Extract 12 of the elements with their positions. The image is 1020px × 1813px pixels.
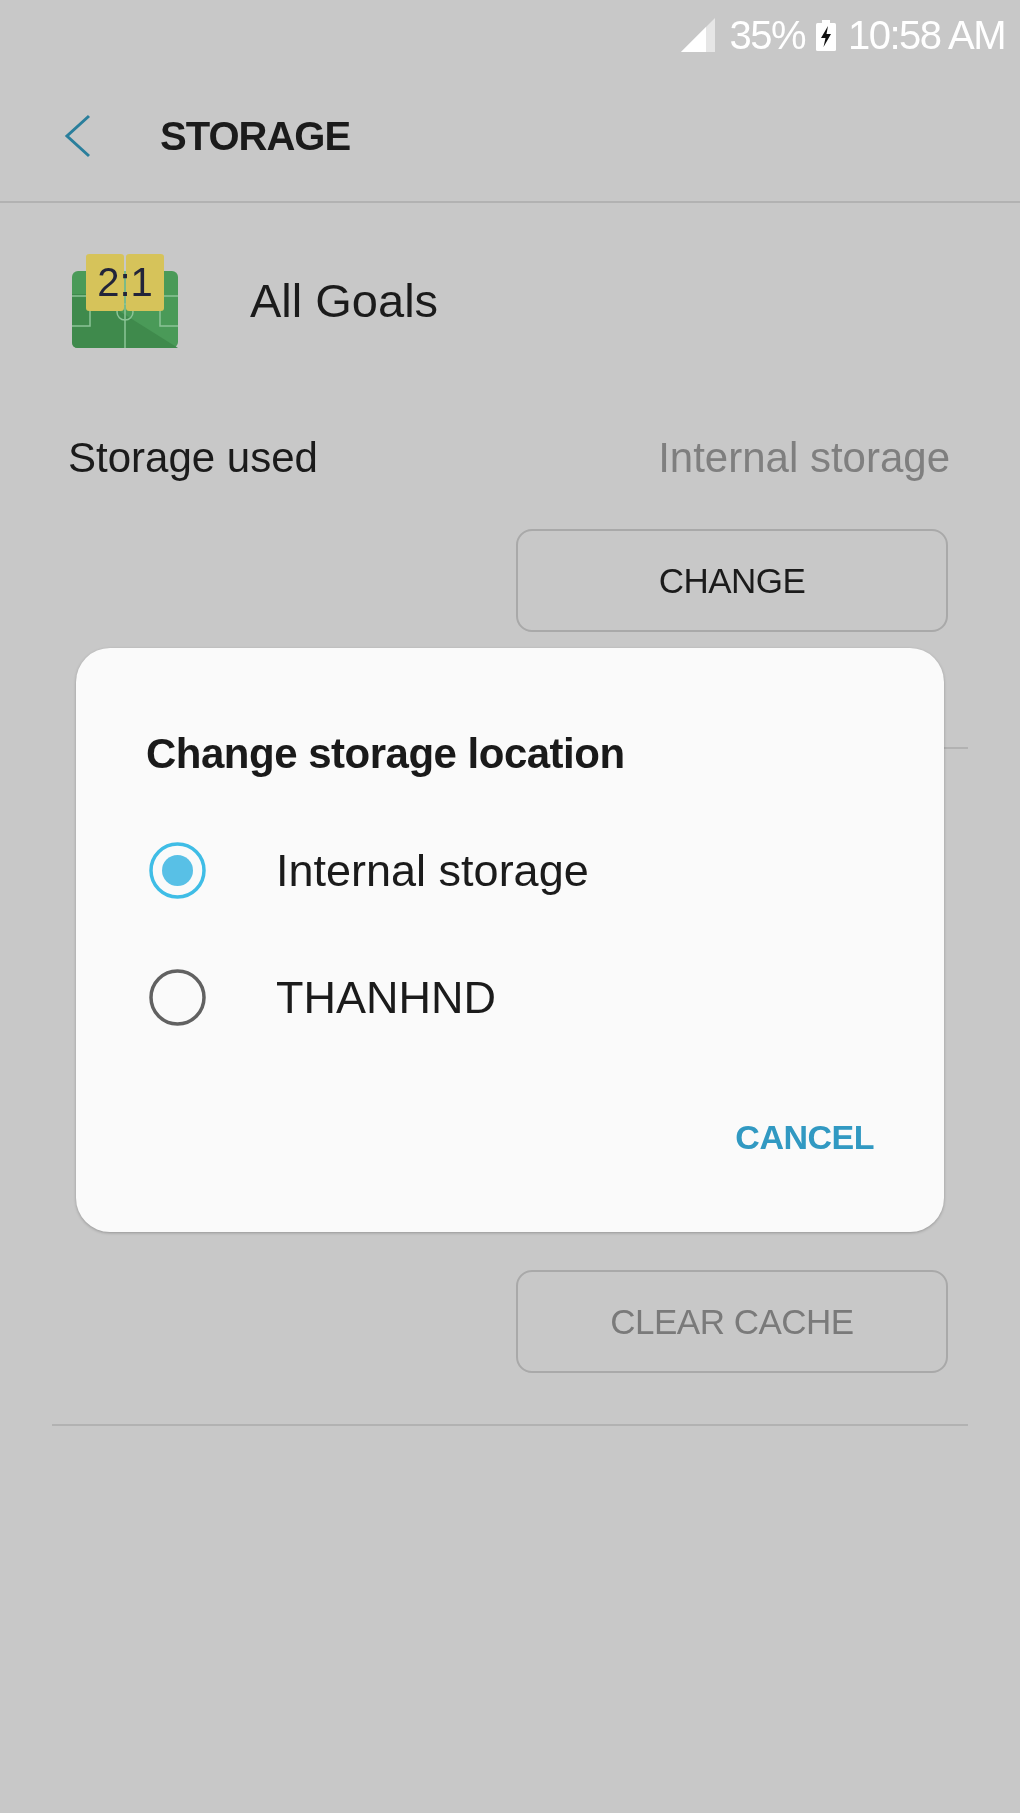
change-button[interactable]: CHANGE [516,529,948,632]
storage-option[interactable]: THANHND [149,934,496,1061]
app-name: All Goals [250,273,439,329]
radio-selected-icon[interactable] [149,842,206,899]
dialog-title: Change storage location [146,729,625,779]
storage-location-value: Internal storage [658,433,950,483]
radio-empty-icon[interactable] [149,969,206,1026]
page-title: STORAGE [160,112,351,160]
signal-icon [681,18,716,52]
storage-option[interactable]: Internal storage [149,807,589,934]
back-icon[interactable] [64,113,91,158]
storage-used-label: Storage used [68,433,318,483]
